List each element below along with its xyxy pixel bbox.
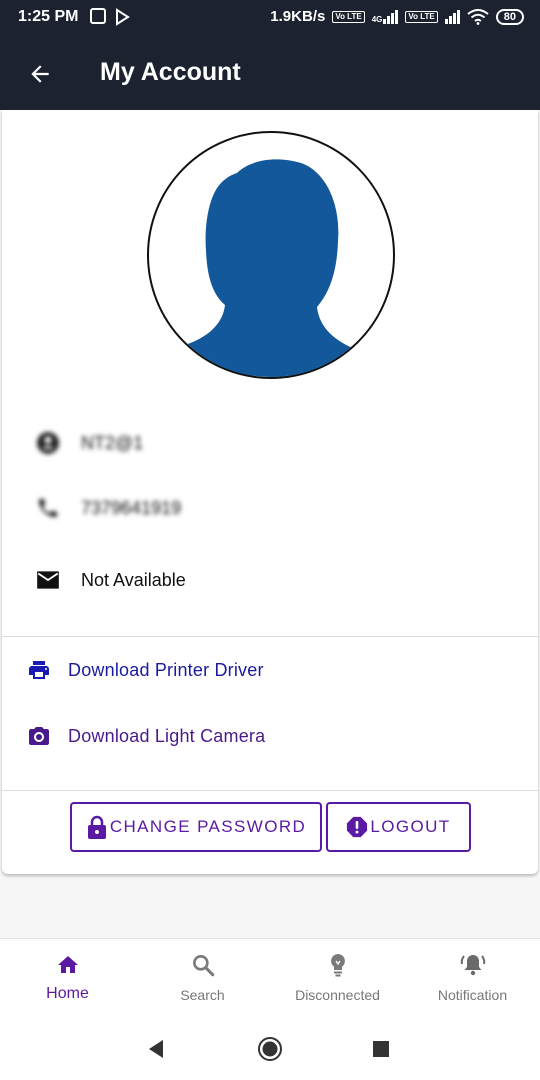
- lock-icon: [86, 815, 108, 839]
- download-light-camera-link[interactable]: Download Light Camera: [25, 721, 265, 751]
- nav-search-label: Search: [180, 987, 225, 1003]
- network-speed: 1.9KB/s: [270, 8, 326, 25]
- signal-icon-1: [383, 9, 399, 24]
- system-recents-button[interactable]: [368, 1036, 394, 1062]
- download-printer-driver-label: Download Printer Driver: [68, 659, 264, 680]
- email-icon: [33, 565, 63, 595]
- home-icon: [54, 951, 82, 979]
- signal-icon-2: [444, 9, 460, 24]
- phone-row: 7379641919: [33, 493, 181, 523]
- avatar[interactable]: [147, 131, 395, 379]
- download-printer-driver-link[interactable]: Download Printer Driver: [25, 655, 264, 685]
- top-bar: 1:25 PM 1.9KB/s Vo LTE 4G Vo LTE 80 My A…: [0, 0, 540, 110]
- volte-badge-1: Vo LTE: [332, 10, 365, 23]
- change-password-button[interactable]: CHANGE PASSWORD: [70, 802, 322, 852]
- download-light-camera-label: Download Light Camera: [68, 725, 266, 746]
- nav-home[interactable]: Home: [0, 939, 135, 1017]
- triangle-back-icon: [149, 1040, 163, 1058]
- phone-value: 7379641919: [81, 497, 182, 518]
- circle-home-icon: [258, 1037, 282, 1061]
- email-row: Not Available: [33, 565, 186, 595]
- nav-disconnected[interactable]: Disconnected: [270, 939, 405, 1017]
- page-title: My Account: [100, 58, 241, 86]
- nav-notification-label: Notification: [437, 987, 508, 1003]
- wifi-icon: [467, 8, 489, 25]
- username-row: NT2@1: [33, 428, 143, 458]
- alert-octagon-icon: [346, 815, 368, 839]
- notification-icons: [90, 8, 130, 26]
- nav-search[interactable]: Search: [135, 939, 270, 1017]
- nav-home-label: Home: [46, 985, 89, 1002]
- network-type: 4G: [371, 14, 383, 24]
- nav-disconnected-label: Disconnected: [295, 987, 380, 1003]
- change-password-label: CHANGE PASSWORD: [109, 817, 307, 836]
- bottom-navigation: Home Search Disconnected Notification: [0, 938, 540, 1016]
- system-back-button[interactable]: [143, 1036, 169, 1062]
- volte-badge-2: Vo LTE: [405, 10, 438, 23]
- battery-indicator: 80: [495, 8, 524, 25]
- account-card: NT2@1 7379641919 Not Available Download …: [2, 110, 538, 874]
- divider: [2, 790, 538, 791]
- system-navigation-bar: [0, 1016, 540, 1080]
- user-icon: [33, 428, 63, 458]
- arrow-back-icon: [31, 65, 49, 83]
- system-home-button[interactable]: [257, 1036, 283, 1062]
- square-recents-icon: [373, 1041, 389, 1057]
- camera-icon: [25, 722, 53, 750]
- facebook-notification-icon: [90, 8, 106, 24]
- email-value: Not Available: [81, 569, 186, 590]
- logout-button[interactable]: LOGOUT: [326, 802, 471, 852]
- nav-notification[interactable]: Notification: [405, 939, 540, 1017]
- bulb-icon: [324, 951, 352, 979]
- user-silhouette-icon: [149, 159, 393, 377]
- bell-icon: [459, 951, 487, 979]
- back-button[interactable]: [22, 56, 58, 92]
- phone-icon: [33, 493, 63, 523]
- divider: [2, 636, 538, 637]
- status-right: 1.9KB/s Vo LTE 4G Vo LTE 80: [270, 8, 524, 25]
- printer-icon: [25, 656, 53, 684]
- status-time: 1:25 PM: [18, 8, 79, 25]
- status-bar: 1:25 PM 1.9KB/s Vo LTE 4G Vo LTE 80: [0, 0, 540, 34]
- logout-label: LOGOUT: [370, 817, 451, 836]
- username-value: NT2@1: [81, 432, 144, 453]
- play-notification-icon: [116, 8, 130, 26]
- search-icon: [189, 951, 217, 979]
